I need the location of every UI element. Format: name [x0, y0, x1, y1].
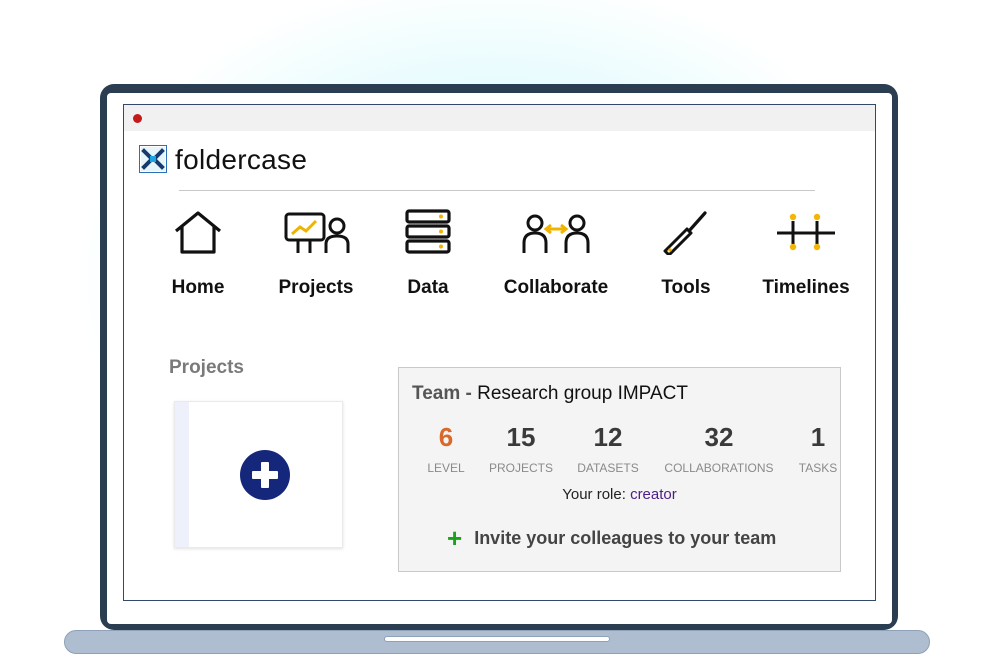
role-value: creator: [630, 486, 677, 503]
collaborate-icon: [522, 214, 590, 253]
close-window-dot[interactable]: [133, 114, 142, 123]
app-window: foldercase Home Projects Data Collaborat…: [123, 104, 876, 601]
database-icon: [405, 209, 451, 254]
nav-home[interactable]: Home: [160, 209, 236, 299]
plus-icon: +: [447, 523, 463, 553]
tool-icon: [663, 211, 707, 255]
stat-value: 12: [593, 422, 623, 452]
stat-collaborations: 32 COLLABORATIONS: [664, 422, 774, 475]
team-card: Team - Research group IMPACT 6 LEVEL 15 …: [398, 367, 841, 572]
new-project-card[interactable]: [174, 401, 343, 548]
nav-timelines[interactable]: Timelines: [758, 209, 854, 299]
header-divider: [179, 190, 815, 191]
nav-collaborate[interactable]: Collaborate: [498, 209, 614, 299]
nav-label-collaborate: Collaborate: [503, 277, 609, 298]
foldercase-logo-icon: [139, 145, 167, 173]
nav-projects[interactable]: Projects: [270, 209, 362, 299]
nav-label-tools: Tools: [661, 277, 711, 298]
nav-label-timelines: Timelines: [762, 277, 850, 298]
nav-data[interactable]: Data: [396, 209, 460, 299]
stat-tasks: 1 TASKS: [763, 422, 873, 475]
laptop-notch: [384, 636, 610, 642]
card-stripe: [175, 402, 189, 547]
team-prefix: Team -: [412, 383, 478, 404]
nav-label-data: Data: [407, 277, 449, 298]
projects-section-title: Projects: [169, 357, 244, 378]
laptop-base: [64, 630, 930, 654]
nav-tools[interactable]: Tools: [652, 209, 720, 299]
user-role: Your role: creator: [399, 486, 840, 503]
nav-label-home: Home: [171, 277, 225, 298]
team-name: Research group IMPACT: [477, 383, 688, 404]
nav-label-projects: Projects: [278, 277, 354, 298]
invite-colleagues-link[interactable]: + Invite your colleagues to your team: [447, 523, 776, 554]
role-label: Your role:: [562, 486, 626, 503]
stat-caption: DATASETS: [577, 461, 639, 475]
stat-caption: TASKS: [798, 461, 838, 475]
title-bar: [124, 105, 875, 131]
home-icon: [174, 211, 222, 254]
invite-label: Invite your colleagues to your team: [474, 528, 777, 548]
stat-value: 32: [704, 422, 734, 452]
timeline-icon: [777, 213, 835, 251]
stat-datasets: 12 DATASETS: [553, 422, 663, 475]
presentation-icon: [284, 212, 350, 253]
team-title[interactable]: Team - Research group IMPACT: [412, 383, 688, 405]
brand-name: foldercase: [175, 144, 308, 175]
plus-circle-icon[interactable]: [240, 450, 290, 500]
stat-value: 1: [810, 422, 826, 452]
stat-caption: COLLABORATIONS: [664, 461, 774, 475]
